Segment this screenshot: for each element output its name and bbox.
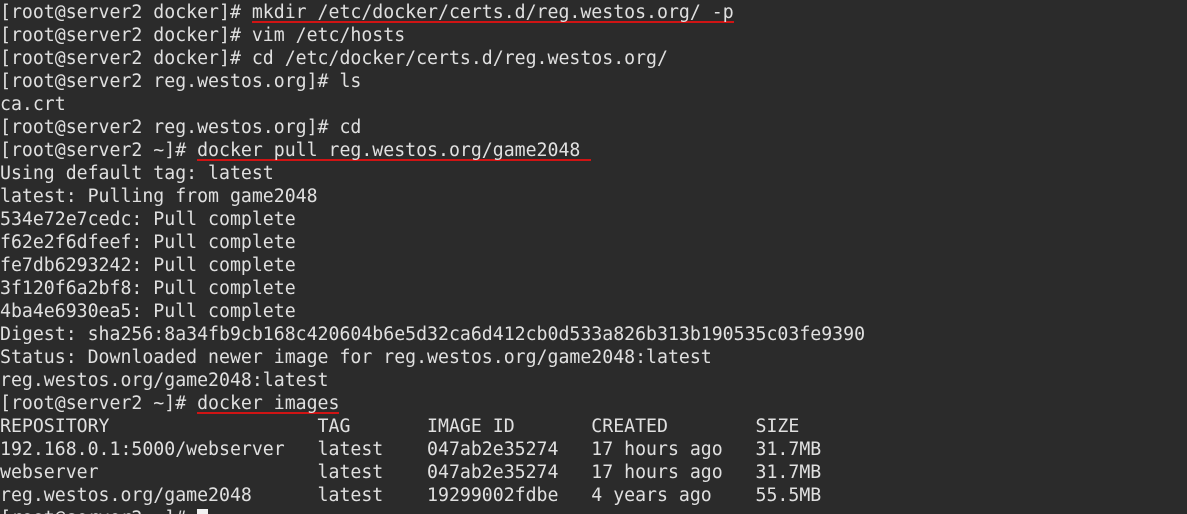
output-text: latest: Pulling from game2048 [0, 186, 318, 207]
output-text: Digest: sha256:8a34fb9cb168c420604b6e5d3… [0, 324, 866, 345]
output-line: 3f120f6a2bf8: Pull complete [0, 277, 296, 300]
output-line: webserver latest 047ab2e35274 17 hours a… [0, 461, 821, 484]
command-line: [root@server2 docker]# mkdir /etc/docker… [0, 1, 734, 24]
output-line: latest: Pulling from game2048 [0, 185, 318, 208]
shell-prompt: [root@server2 docker]# [0, 25, 252, 46]
shell-prompt: [root@server2 docker]# [0, 2, 252, 23]
command-line: [root@server2 reg.westos.org]# cd [0, 116, 361, 139]
output-line: ca.crt [0, 93, 66, 116]
shell-prompt: [root@server2 docker]# [0, 48, 252, 69]
output-text: 4ba4e6930ea5: Pull complete [0, 301, 296, 322]
output-text: REPOSITORY TAG IMAGE ID CREATED SIZE [0, 416, 800, 437]
output-line: Digest: sha256:8a34fb9cb168c420604b6e5d3… [0, 323, 865, 346]
highlighted-command: mkdir /etc/docker/certs.d/reg.westos.org… [251, 2, 734, 23]
output-line: REPOSITORY TAG IMAGE ID CREATED SIZE [0, 415, 799, 438]
shell-prompt: [root@server2 ~]# [0, 140, 198, 161]
output-text: Status: Downloaded newer image for reg.w… [0, 347, 712, 368]
output-line: Status: Downloaded newer image for reg.w… [0, 346, 712, 369]
output-line: reg.westos.org/game2048:latest [0, 369, 329, 392]
output-text: webserver latest 047ab2e35274 17 hours a… [0, 462, 822, 483]
output-line: Using default tag: latest [0, 162, 274, 185]
output-line: 4ba4e6930ea5: Pull complete [0, 300, 296, 323]
command-text: ls [339, 71, 362, 92]
active-prompt-line: [root@server2 ~]# [0, 507, 209, 514]
output-text: reg.westos.org/game2048 latest 19299002f… [0, 485, 822, 506]
output-text: 192.168.0.1:5000/webserver latest 047ab2… [0, 439, 822, 460]
command-text: cd [339, 117, 362, 138]
shell-prompt: [root@server2 reg.westos.org]# [0, 117, 340, 138]
command-text: cd /etc/docker/certs.d/reg.westos.org/ [251, 48, 668, 69]
output-line: fe7db6293242: Pull complete [0, 254, 296, 277]
shell-prompt: [root@server2 ~]# [0, 393, 198, 414]
command-line: [root@server2 ~]# docker images [0, 392, 339, 415]
output-line: 192.168.0.1:5000/webserver latest 047ab2… [0, 438, 821, 461]
output-line: f62e2f6dfeef: Pull complete [0, 231, 296, 254]
terminal-window[interactable]: [root@server2 docker]# mkdir /etc/docker… [0, 0, 1187, 514]
command-line: [root@server2 ~]# docker pull reg.westos… [0, 139, 591, 162]
command-line: [root@server2 docker]# cd /etc/docker/ce… [0, 47, 668, 70]
output-text: reg.westos.org/game2048:latest [0, 370, 329, 391]
shell-prompt: [root@server2 ~]# [0, 508, 197, 514]
output-line: 534e72e7cedc: Pull complete [0, 208, 296, 231]
output-text: 3f120f6a2bf8: Pull complete [0, 278, 296, 299]
command-line: [root@server2 reg.westos.org]# ls [0, 70, 361, 93]
text-cursor [197, 509, 209, 514]
output-text: f62e2f6dfeef: Pull complete [0, 232, 296, 253]
output-text: 534e72e7cedc: Pull complete [0, 209, 296, 230]
command-line: [root@server2 docker]# vim /etc/hosts [0, 24, 405, 47]
highlighted-command: docker images [197, 393, 340, 414]
highlighted-command: docker pull reg.westos.org/game2048 [197, 140, 592, 161]
output-text: fe7db6293242: Pull complete [0, 255, 296, 276]
output-text: ca.crt [0, 94, 66, 115]
output-line: reg.westos.org/game2048 latest 19299002f… [0, 484, 821, 507]
output-text: Using default tag: latest [0, 163, 274, 184]
shell-prompt: [root@server2 reg.westos.org]# [0, 71, 340, 92]
command-text: vim /etc/hosts [251, 25, 406, 46]
